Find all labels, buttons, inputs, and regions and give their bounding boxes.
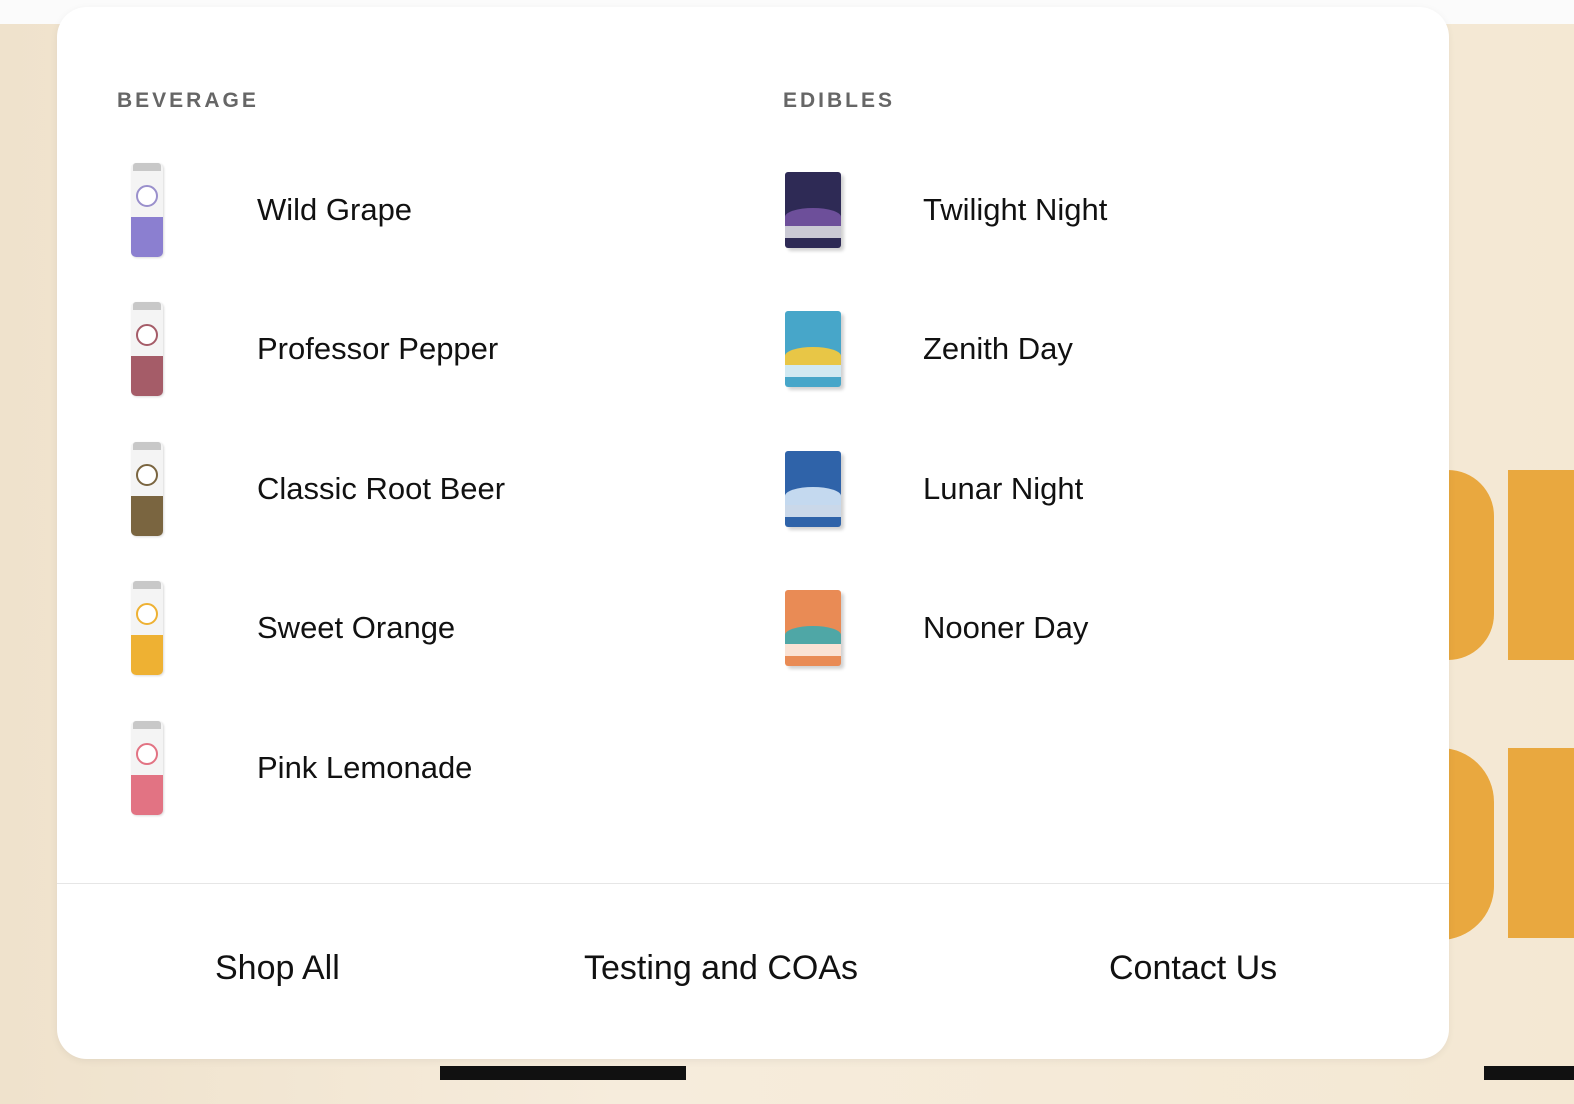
background-letter-shape [1508,470,1574,660]
shop-all-link[interactable]: Shop All [215,949,340,988]
beverage-item-label: Wild Grape [257,192,413,227]
background-letter-shape [1448,470,1494,660]
edibles-item-label: Nooner Day [923,610,1089,645]
edibles-item-label: Zenith Day [923,331,1073,366]
edibles-item-label: Twilight Night [923,192,1108,227]
shop-menu-dropdown: BEVERAGE Wild Grape Professor Pepper Class… [57,7,1449,1059]
beverage-item-label: Pink Lemonade [257,750,473,785]
beverage-item-label: Classic Root Beer [257,471,506,506]
edibles-item[interactable]: Zenith Day [783,294,1343,404]
beverage-item-label: Sweet Orange [257,610,456,645]
edibles-item[interactable]: Lunar Night [783,434,1343,544]
sweet-orange-can-icon [117,580,177,676]
twilight-night-bag-icon [783,162,843,258]
lunar-night-bag-icon [783,441,843,537]
background-rule [440,1066,686,1080]
nooner-day-bag-icon [783,580,843,676]
beverage-item[interactable]: Wild Grape [117,155,677,265]
beverage-item[interactable]: Pink Lemonade [117,713,677,823]
beverage-item-label: Professor Pepper [257,331,499,366]
contact-us-link[interactable]: Contact Us [1109,949,1277,988]
classic-root-beer-can-icon [117,441,177,537]
professor-pepper-can-icon [117,301,177,397]
beverage-heading: BEVERAGE [117,89,259,112]
edibles-item[interactable]: Nooner Day [783,573,1343,683]
edibles-item-label: Lunar Night [923,471,1084,506]
zenith-day-bag-icon [783,301,843,397]
beverage-item[interactable]: Sweet Orange [117,573,677,683]
wild-grape-can-icon [117,162,177,258]
pink-lemonade-can-icon [117,720,177,816]
divider [57,883,1449,884]
background-letter-shape [1508,748,1574,938]
testing-and-coas-link[interactable]: Testing and COAs [584,949,858,988]
background-rule [1484,1066,1574,1080]
beverage-item[interactable]: Professor Pepper [117,294,677,404]
edibles-heading: EDIBLES [783,89,896,112]
edibles-item[interactable]: Twilight Night [783,155,1343,265]
beverage-item[interactable]: Classic Root Beer [117,434,677,544]
